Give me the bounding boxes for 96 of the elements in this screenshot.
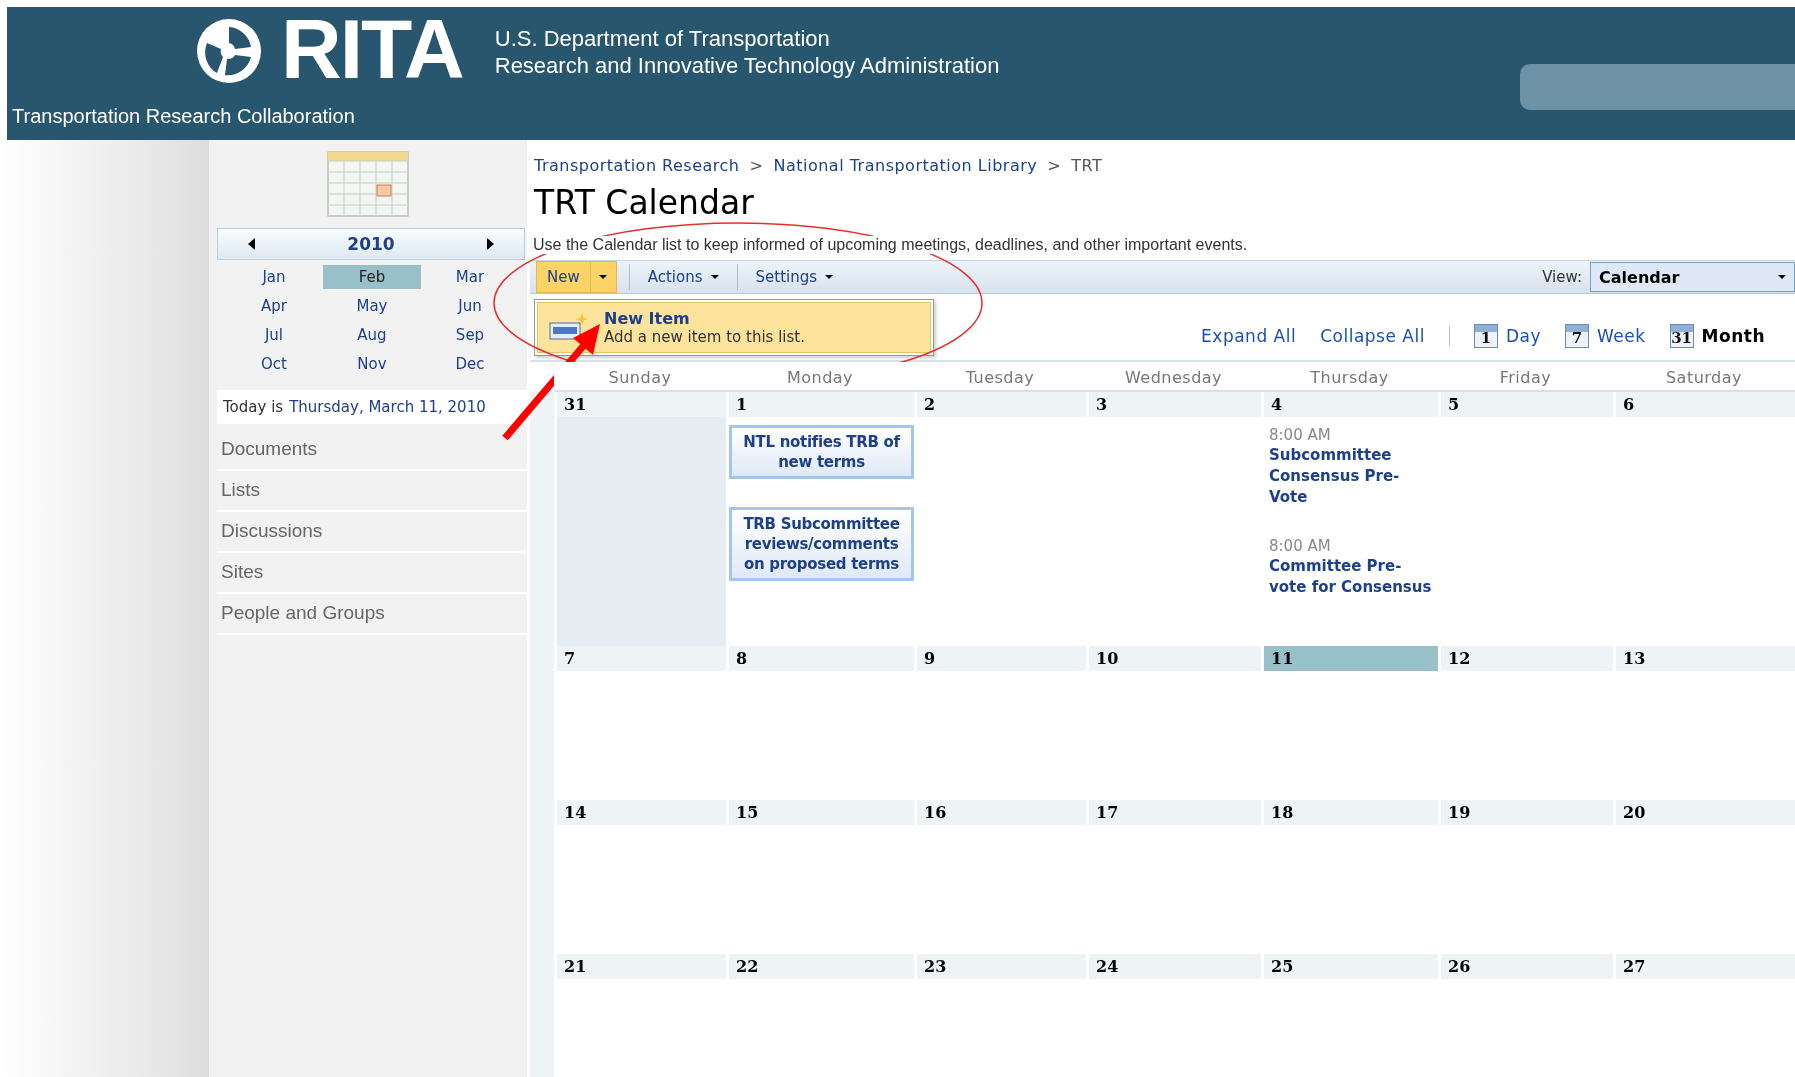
new-menu-button[interactable] [590, 261, 617, 293]
breadcrumb-link[interactable]: National Transportation Library [773, 156, 1038, 175]
day-number[interactable]: 1 [729, 392, 914, 417]
nav-item[interactable]: Lists [217, 471, 527, 512]
day-number[interactable]: 31 [557, 392, 726, 417]
agency-name: Research and Innovative Technology Administration [494, 52, 1000, 79]
menu-button[interactable]: Settings [749, 268, 840, 286]
day-number[interactable]: 15 [729, 800, 914, 825]
nav-item[interactable]: People and Groups [217, 594, 527, 635]
scope-label: Day [1505, 326, 1541, 346]
event-link[interactable]: TRB Subcommittee reviews/comments on proposed terms [729, 507, 914, 581]
caret-icon [1778, 275, 1786, 279]
month-item[interactable]: Jun [421, 294, 519, 318]
menu-button[interactable]: Actions [641, 268, 725, 286]
event-link[interactable]: Subcommittee Consensus Pre-Vote [1269, 445, 1434, 508]
weekday-header: Sunday [554, 362, 726, 392]
menu-item-description: Add a new item to this list. [604, 328, 805, 346]
day-number[interactable]: 23 [917, 954, 1086, 979]
day-number[interactable]: 27 [1616, 954, 1795, 979]
day-number[interactable]: 20 [1616, 800, 1795, 825]
day-number[interactable]: 14 [557, 800, 726, 825]
day-number[interactable]: 8 [729, 646, 914, 671]
view-select[interactable]: Calendar [1590, 262, 1795, 292]
view-link[interactable]: Expand All [1201, 326, 1297, 346]
day-number[interactable]: 2 [917, 392, 1086, 417]
month-item[interactable]: Jul [225, 323, 323, 347]
month-item[interactable]: Oct [225, 352, 323, 376]
calendar-page-icon: 1 [1473, 324, 1498, 348]
breadcrumb-link[interactable]: Transportation Research [534, 156, 740, 175]
weekday-header: Monday [726, 362, 914, 392]
event-link[interactable]: Committee Pre-vote for Consensus [1269, 556, 1434, 598]
caret-icon [710, 275, 719, 279]
caret-icon [599, 275, 608, 279]
scope-label: Week [1597, 326, 1646, 346]
scope-link[interactable]: 31 Month [1669, 324, 1765, 348]
day-number[interactable]: 6 [1616, 392, 1795, 417]
logo-text: RITA [281, 13, 463, 85]
view-label: View: [1542, 268, 1582, 286]
day-number[interactable]: 11 [1264, 646, 1438, 671]
month-item[interactable]: Sep [421, 323, 519, 347]
month-item[interactable]: Aug [323, 323, 421, 347]
nav-item[interactable]: Discussions [217, 512, 527, 553]
menu-item-title: New Item [604, 309, 691, 328]
day-number[interactable]: 7 [557, 646, 726, 671]
logo-icon [195, 17, 263, 85]
view-link[interactable]: Collapse All [1320, 326, 1425, 346]
event-link[interactable]: NTL notifies TRB of new terms [729, 425, 914, 479]
calendar-page-icon: 7 [1565, 324, 1589, 348]
breadcrumb-separator: > [749, 156, 764, 175]
day-number[interactable]: 17 [1089, 800, 1261, 825]
day-number[interactable]: 5 [1441, 392, 1613, 417]
day-number[interactable]: 12 [1441, 646, 1613, 671]
month-item[interactable]: Mar [421, 265, 519, 289]
site-title: Transportation Research Collaboration [12, 105, 355, 128]
today-link[interactable]: Thursday, March 11, 2010 [289, 398, 486, 416]
caret-icon [825, 275, 834, 279]
day-number[interactable]: 22 [729, 954, 914, 979]
event-time: 8:00 AM [1269, 425, 1332, 445]
month-item[interactable]: Feb [323, 265, 421, 289]
page-title: TRT Calendar [534, 183, 755, 222]
day-number[interactable]: 10 [1089, 646, 1261, 671]
day-number[interactable]: 13 [1616, 646, 1795, 671]
today-label: Today is [223, 398, 284, 416]
day-number[interactable]: 3 [1089, 392, 1261, 417]
event-time: 8:00 AM [1269, 536, 1332, 556]
month-item[interactable]: Nov [323, 352, 421, 376]
calendar-icon [326, 150, 410, 220]
year-label: 2010 [347, 234, 395, 254]
previous-icon[interactable] [248, 238, 255, 250]
menu-item[interactable]: New Item Add a new item to this list. [537, 302, 931, 353]
scope-label: Month [1701, 326, 1765, 346]
scope-link[interactable]: 7 Week [1565, 324, 1646, 348]
nav-item[interactable]: Documents [217, 430, 527, 471]
month-item[interactable]: Dec [421, 352, 519, 376]
calendar-page-icon: 31 [1669, 324, 1694, 348]
day-number[interactable]: 26 [1441, 954, 1613, 979]
breadcrumb-separator: > [1047, 156, 1062, 175]
day-number[interactable]: 9 [917, 646, 1086, 671]
nav-item[interactable]: Sites [217, 553, 527, 594]
next-icon[interactable] [487, 238, 494, 250]
day-number[interactable]: 21 [557, 954, 726, 979]
day-number[interactable]: 24 [1089, 954, 1261, 979]
department-name: U.S. Department of Transportation [494, 25, 831, 52]
page-description: Use the Calendar list to keep informed of upcoming meetings, deadlines, and other important events. [533, 236, 1248, 254]
new-button[interactable]: New [536, 261, 591, 293]
day-number[interactable]: 4 [1264, 392, 1438, 417]
header-field[interactable] [1520, 64, 1795, 110]
scope-link[interactable]: 1 Day [1473, 324, 1541, 348]
day-number[interactable]: 18 [1264, 800, 1438, 825]
breadcrumb-current: TRT [1071, 156, 1103, 175]
month-item[interactable]: Jan [225, 265, 323, 289]
day-number[interactable]: 16 [917, 800, 1086, 825]
month-item[interactable]: Apr [225, 294, 323, 318]
day-number[interactable]: 25 [1264, 954, 1438, 979]
day-number[interactable]: 19 [1441, 800, 1613, 825]
month-item[interactable]: May [323, 294, 421, 318]
